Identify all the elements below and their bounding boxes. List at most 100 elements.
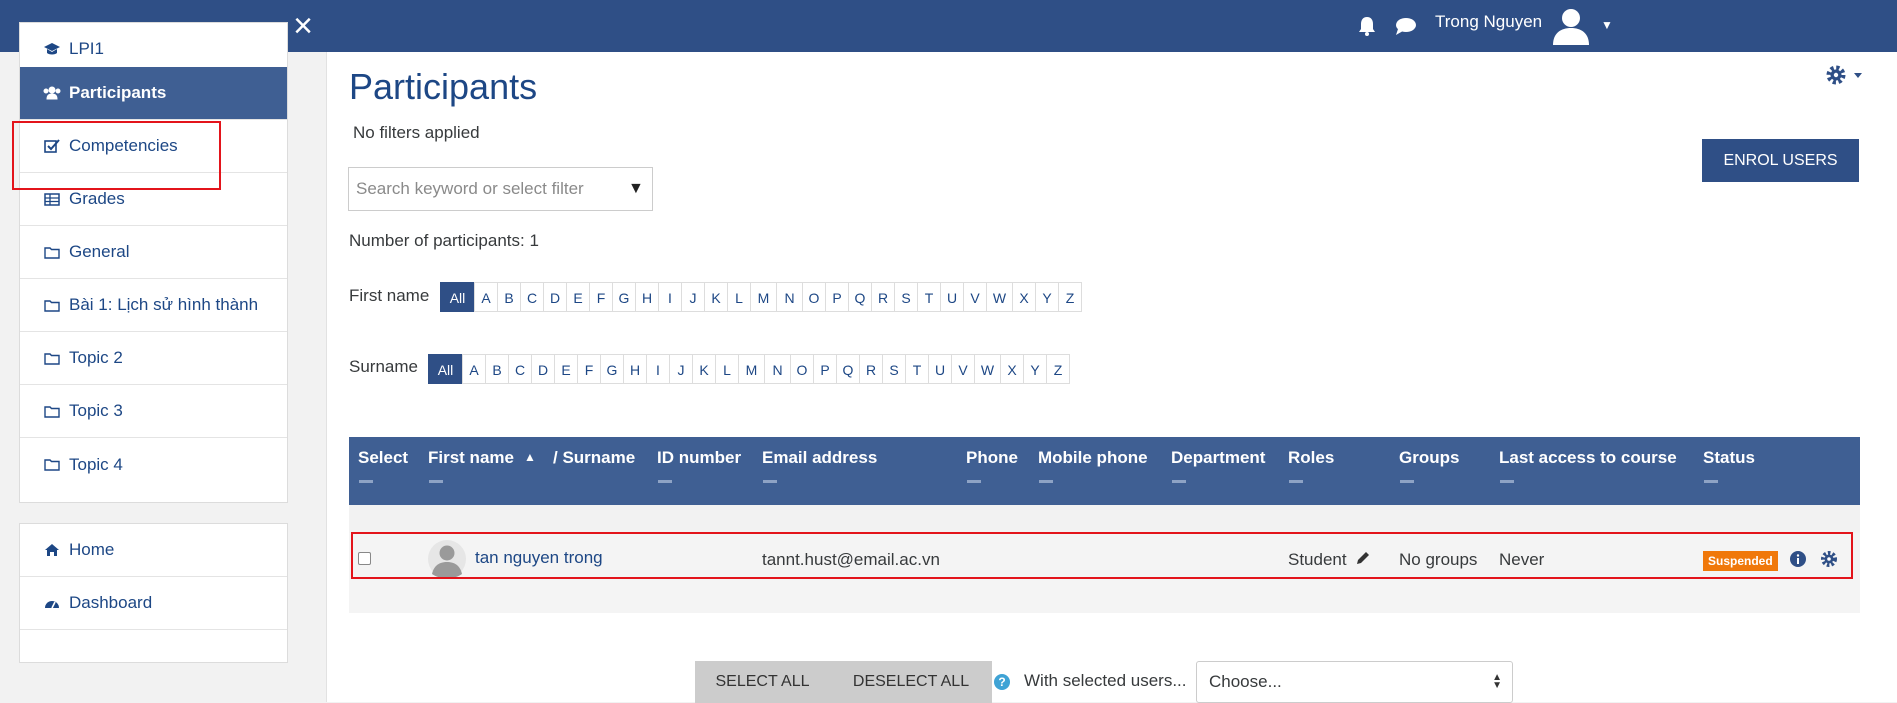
header-first-name[interactable]: First name bbox=[428, 448, 514, 468]
user-menu-name[interactable]: Trong Nguyen bbox=[1435, 12, 1542, 32]
firstname-letter-e[interactable]: E bbox=[566, 282, 590, 312]
header-phone[interactable]: Phone bbox=[966, 448, 1018, 468]
firstname-letter-v[interactable]: V bbox=[963, 282, 987, 312]
collapse-roles-icon[interactable] bbox=[1289, 480, 1303, 483]
surname-letter-n[interactable]: N bbox=[764, 354, 791, 384]
surname-letter-l[interactable]: L bbox=[715, 354, 739, 384]
header-id-number[interactable]: ID number bbox=[657, 448, 741, 468]
search-input[interactable]: Search keyword or select filter bbox=[348, 167, 653, 211]
collapse-status-icon[interactable] bbox=[1704, 480, 1718, 483]
surname-letter-r[interactable]: R bbox=[859, 354, 883, 384]
firstname-letter-k[interactable]: K bbox=[704, 282, 728, 312]
surname-letter-s[interactable]: S bbox=[882, 354, 906, 384]
firstname-letter-m[interactable]: M bbox=[750, 282, 777, 312]
header-groups: Groups bbox=[1399, 448, 1460, 467]
user-avatar-icon[interactable] bbox=[1551, 5, 1591, 45]
collapse-id-icon[interactable] bbox=[658, 480, 672, 483]
firstname-letter-f[interactable]: F bbox=[589, 282, 613, 312]
collapse-phone-icon[interactable] bbox=[967, 480, 981, 483]
firstname-letter-s[interactable]: S bbox=[894, 282, 918, 312]
sidebar-item-dashboard[interactable]: Dashboard bbox=[20, 577, 287, 630]
bulk-action-select[interactable]: Choose... ▲ ▼ bbox=[1196, 661, 1513, 703]
collapse-name-icon[interactable] bbox=[429, 480, 443, 483]
sidebar-item-bai-1[interactable]: Bài 1: Lịch sử hình thành bbox=[20, 279, 287, 332]
collapse-last-access-icon[interactable] bbox=[1500, 480, 1514, 483]
header-department[interactable]: Department bbox=[1171, 448, 1265, 468]
sidebar-item-topic-4[interactable]: Topic 4 bbox=[20, 438, 287, 491]
surname-letter-t[interactable]: T bbox=[905, 354, 929, 384]
surname-letter-w[interactable]: W bbox=[974, 354, 1001, 384]
surname-letter-x[interactable]: X bbox=[1000, 354, 1024, 384]
header-last-access[interactable]: Last access to course bbox=[1499, 448, 1677, 468]
select-all-button[interactable]: SELECT ALL bbox=[695, 661, 830, 703]
surname-letter-g[interactable]: G bbox=[600, 354, 624, 384]
header-email[interactable]: Email address bbox=[762, 448, 877, 468]
surname-letter-p[interactable]: P bbox=[813, 354, 837, 384]
surname-letter-v[interactable]: V bbox=[951, 354, 975, 384]
firstname-letter-p[interactable]: P bbox=[825, 282, 849, 312]
firstname-letter-y[interactable]: Y bbox=[1035, 282, 1059, 312]
firstname-letter-w[interactable]: W bbox=[986, 282, 1013, 312]
surname-letter-z[interactable]: Z bbox=[1046, 354, 1070, 384]
firstname-letter-r[interactable]: R bbox=[871, 282, 895, 312]
deselect-all-button[interactable]: DESELECT ALL bbox=[830, 661, 992, 703]
collapse-department-icon[interactable] bbox=[1172, 480, 1186, 483]
surname-letter-all[interactable]: All bbox=[428, 354, 463, 384]
surname-letter-u[interactable]: U bbox=[928, 354, 952, 384]
chevron-down-icon[interactable]: ▼ bbox=[628, 180, 644, 198]
firstname-letter-z[interactable]: Z bbox=[1058, 282, 1082, 312]
collapse-groups-icon[interactable] bbox=[1400, 480, 1414, 483]
collapse-mobile-icon[interactable] bbox=[1039, 480, 1053, 483]
firstname-letter-x[interactable]: X bbox=[1012, 282, 1036, 312]
surname-letter-o[interactable]: O bbox=[790, 354, 814, 384]
firstname-letter-g[interactable]: G bbox=[612, 282, 636, 312]
firstname-letter-b[interactable]: B bbox=[497, 282, 521, 312]
surname-letter-c[interactable]: C bbox=[508, 354, 532, 384]
firstname-letter-c[interactable]: C bbox=[520, 282, 544, 312]
bell-icon[interactable] bbox=[1358, 16, 1376, 36]
firstname-letter-t[interactable]: T bbox=[917, 282, 941, 312]
collapse-select-icon[interactable] bbox=[359, 480, 373, 483]
folder-icon bbox=[42, 243, 62, 261]
firstname-letter-q[interactable]: Q bbox=[848, 282, 872, 312]
surname-letter-y[interactable]: Y bbox=[1023, 354, 1047, 384]
firstname-letter-u[interactable]: U bbox=[940, 282, 964, 312]
gear-icon[interactable] bbox=[1822, 62, 1870, 88]
firstname-letter-h[interactable]: H bbox=[635, 282, 659, 312]
chevron-down-icon[interactable]: ▼ bbox=[1601, 18, 1613, 32]
sidebar-item-topic-3[interactable]: Topic 3 bbox=[20, 385, 287, 438]
close-drawer-icon[interactable]: × bbox=[288, 9, 318, 43]
surname-letter-f[interactable]: F bbox=[577, 354, 601, 384]
surname-letter-b[interactable]: B bbox=[485, 354, 509, 384]
sidebar-item-home[interactable]: Home bbox=[20, 524, 287, 577]
firstname-letter-i[interactable]: I bbox=[658, 282, 682, 312]
surname-letter-i[interactable]: I bbox=[646, 354, 670, 384]
surname-letter-k[interactable]: K bbox=[692, 354, 716, 384]
sidebar-item-topic-2[interactable]: Topic 2 bbox=[20, 332, 287, 385]
header-surname[interactable]: / Surname bbox=[553, 448, 635, 468]
firstname-letter-l[interactable]: L bbox=[727, 282, 751, 312]
enrol-users-button[interactable]: ENROL USERS bbox=[1702, 139, 1859, 182]
firstname-letter-j[interactable]: J bbox=[681, 282, 705, 312]
surname-letter-m[interactable]: M bbox=[738, 354, 765, 384]
firstname-letter-a[interactable]: A bbox=[474, 282, 498, 312]
surname-letter-q[interactable]: Q bbox=[836, 354, 860, 384]
firstname-letter-d[interactable]: D bbox=[543, 282, 567, 312]
surname-letter-j[interactable]: J bbox=[669, 354, 693, 384]
surname-letter-d[interactable]: D bbox=[531, 354, 555, 384]
surname-letter-a[interactable]: A bbox=[462, 354, 486, 384]
collapse-email-icon[interactable] bbox=[763, 480, 777, 483]
sidebar-item-label: Bài 1: Lịch sử hình thành bbox=[69, 295, 259, 314]
firstname-letter-all[interactable]: All bbox=[440, 282, 475, 312]
surname-letter-h[interactable]: H bbox=[623, 354, 647, 384]
chat-icon[interactable] bbox=[1395, 17, 1417, 35]
firstname-letter-n[interactable]: N bbox=[776, 282, 803, 312]
firstname-letter-o[interactable]: O bbox=[802, 282, 826, 312]
sidebar-item-label: Dashboard bbox=[69, 593, 153, 612]
header-select: Select bbox=[358, 448, 409, 467]
header-mobile[interactable]: Mobile phone bbox=[1038, 448, 1148, 468]
surname-letter-e[interactable]: E bbox=[554, 354, 578, 384]
sidebar-item-participants[interactable]: Participants bbox=[20, 67, 287, 120]
help-icon[interactable]: ? bbox=[994, 674, 1010, 690]
sidebar-item-general[interactable]: General bbox=[20, 226, 287, 279]
